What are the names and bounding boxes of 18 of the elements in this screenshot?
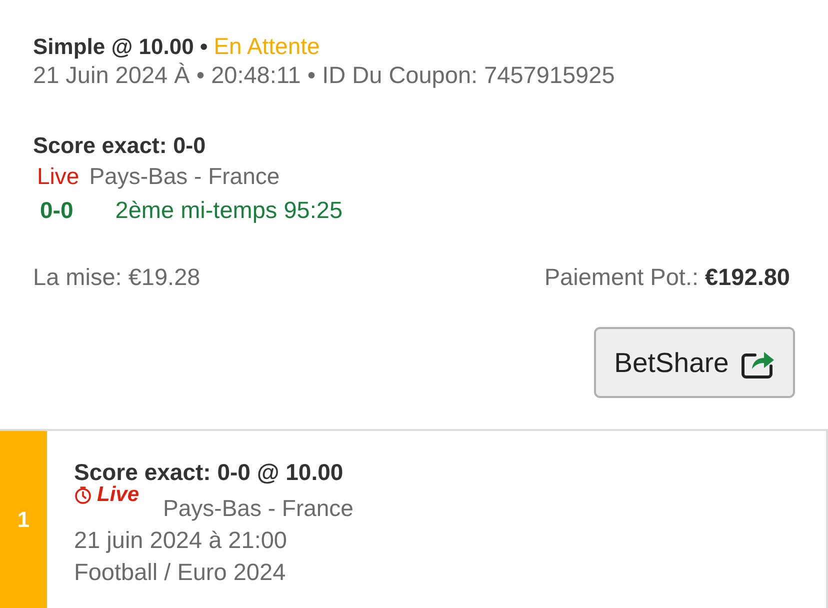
- stake-amount: La mise: €19.28: [33, 263, 200, 291]
- bet-meta: 21 Juin 2024 À • 20:48:11 • ID Du Coupon: 7457915925: [33, 61, 616, 89]
- match-date: 21 juin 2024 à 21:00: [74, 526, 288, 555]
- competition-name: Football / Euro 2024: [74, 558, 287, 587]
- match-name: Pays-Bas - France: [89, 162, 280, 191]
- live-label: Live: [97, 484, 140, 506]
- live-label: Live: [37, 162, 80, 191]
- potential-payout: Paiement Pot.: €192.80: [544, 263, 790, 291]
- leg-number: 1: [0, 431, 47, 608]
- leg-title: Score exact: 0-0 @ 10.00: [74, 460, 344, 484]
- match-name: Pays-Bas - France: [163, 495, 354, 521]
- match-period: 2ème mi-temps 95:25: [115, 196, 343, 225]
- live-score: 0-0: [40, 196, 74, 225]
- bet-title: Simple @ 10.00 •: [33, 34, 208, 59]
- betshare-button[interactable]: BetShare: [594, 327, 795, 398]
- market-title: Score exact: 0-0: [33, 132, 207, 160]
- bet-status: En Attente: [214, 33, 320, 59]
- stopwatch-icon: [74, 486, 92, 504]
